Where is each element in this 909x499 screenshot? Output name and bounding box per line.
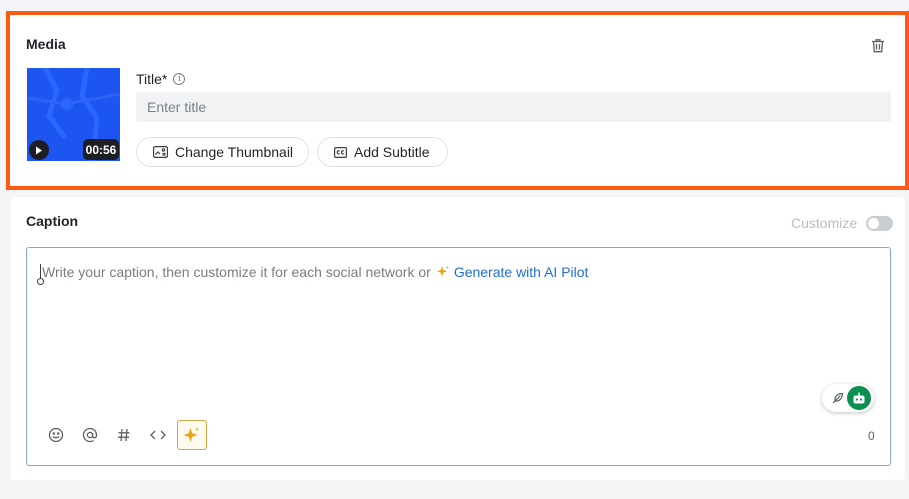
caption-toolbar xyxy=(41,420,211,450)
play-button[interactable] xyxy=(29,140,49,160)
caption-heading: Caption xyxy=(26,213,79,229)
generate-ai-pilot-link[interactable]: Generate with AI Pilot xyxy=(454,264,589,280)
ai-sparkle-button[interactable] xyxy=(177,420,207,450)
media-card: Media 00:56 Title* i Change Thumbnail xyxy=(6,11,909,190)
change-thumbnail-button[interactable]: Change Thumbnail xyxy=(136,137,309,167)
add-subtitle-label: Add Subtitle xyxy=(354,144,430,160)
trash-icon xyxy=(872,38,884,52)
info-icon[interactable]: i xyxy=(173,73,186,85)
caption-placeholder-row: Write your caption, then customize it fo… xyxy=(42,263,588,281)
title-label: Title* xyxy=(136,71,168,87)
code-icon xyxy=(150,430,166,440)
ai-sparkle-icon xyxy=(183,426,200,442)
ai-bot-button[interactable] xyxy=(847,386,871,410)
emoji-icon xyxy=(48,427,64,443)
customize-toggle[interactable] xyxy=(866,215,894,231)
caption-card: Caption Customize Write your caption, th… xyxy=(11,197,905,480)
video-duration: 00:56 xyxy=(83,139,119,160)
code-button[interactable] xyxy=(143,420,173,450)
assistant-floating-buttons xyxy=(822,384,874,412)
closed-caption-icon xyxy=(334,146,347,158)
at-mention-icon xyxy=(82,427,98,443)
delete-media-button[interactable] xyxy=(869,36,887,54)
customize-row: Customize xyxy=(791,214,894,232)
video-thumbnail[interactable]: 00:56 xyxy=(27,68,120,161)
thumbnail-icon xyxy=(153,146,168,158)
mention-button[interactable] xyxy=(75,420,105,450)
toggle-knob xyxy=(868,217,880,229)
media-heading: Media xyxy=(26,36,66,52)
character-count: 0 xyxy=(868,429,875,443)
title-label-row: Title* i xyxy=(136,70,186,88)
play-icon xyxy=(36,146,42,154)
title-input[interactable] xyxy=(136,92,891,122)
change-thumbnail-label: Change Thumbnail xyxy=(175,144,294,160)
add-subtitle-button[interactable]: Add Subtitle xyxy=(317,137,448,167)
hashtag-icon xyxy=(118,428,130,442)
caption-editor[interactable]: Write your caption, then customize it fo… xyxy=(26,247,891,466)
sparkle-icon xyxy=(436,265,450,279)
feather-button[interactable] xyxy=(826,387,848,409)
hashtag-button[interactable] xyxy=(109,420,139,450)
caption-placeholder: Write your caption, then customize it fo… xyxy=(42,264,431,280)
customize-label: Customize xyxy=(791,215,858,231)
emoji-button[interactable] xyxy=(41,420,71,450)
feather-icon xyxy=(832,392,843,403)
robot-icon xyxy=(853,392,865,403)
